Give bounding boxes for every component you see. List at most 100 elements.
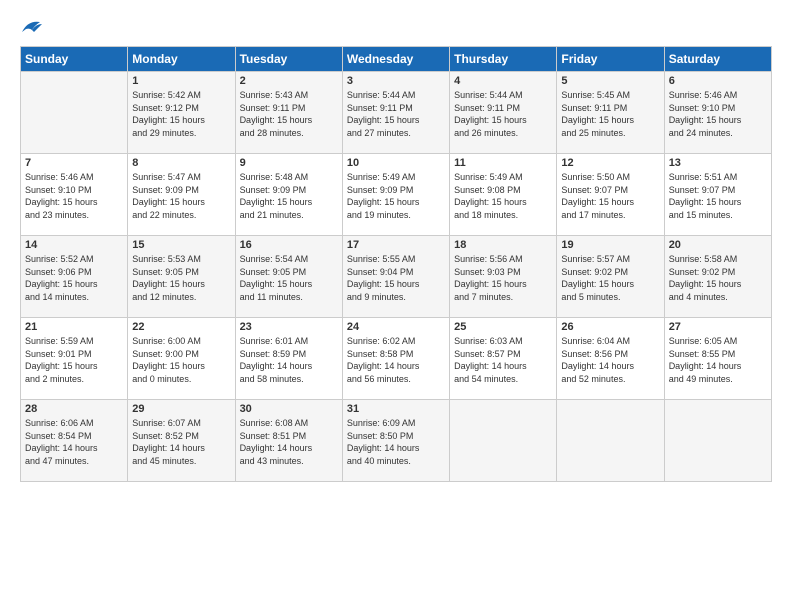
cell-content: Sunrise: 6:02 AM Sunset: 8:58 PM Dayligh… — [347, 335, 445, 385]
logo — [20, 18, 46, 36]
cell-content: Sunrise: 5:43 AM Sunset: 9:11 PM Dayligh… — [240, 89, 338, 139]
cell-content: Sunrise: 5:56 AM Sunset: 9:03 PM Dayligh… — [454, 253, 552, 303]
day-number: 12 — [561, 157, 659, 169]
calendar-cell: 17Sunrise: 5:55 AM Sunset: 9:04 PM Dayli… — [342, 236, 449, 318]
calendar-cell: 8Sunrise: 5:47 AM Sunset: 9:09 PM Daylig… — [128, 154, 235, 236]
cell-content: Sunrise: 5:46 AM Sunset: 9:10 PM Dayligh… — [669, 89, 767, 139]
cell-content: Sunrise: 5:58 AM Sunset: 9:02 PM Dayligh… — [669, 253, 767, 303]
calendar-cell: 22 Sunrise: 6:00 AM Sunset: 9:00 PM Dayli… — [128, 318, 235, 400]
cell-content: Sunrise: 6:03 AM Sunset: 8:57 PM Dayligh… — [454, 335, 552, 385]
cell-content: Sunrise: 5:48 AM Sunset: 9:09 PM Dayligh… — [240, 171, 338, 221]
calendar-cell: 20 Sunrise: 5:58 AM Sunset: 9:02 PM Dayli… — [664, 236, 771, 318]
cell-content: Sunrise: 5:51 AM Sunset: 9:07 PM Dayligh… — [669, 171, 767, 221]
day-number: 27 — [669, 321, 767, 333]
day-number: 10 — [347, 157, 445, 169]
logo-icon — [20, 18, 42, 36]
cell-content: Sunrise: 5:46 AM Sunset: 9:10 PM Dayligh… — [25, 171, 123, 221]
calendar-cell: 30 Sunrise: 6:08 AM Sunset: 8:51 PM Dayli… — [235, 400, 342, 482]
cell-content: Sunrise: 6:09 AM Sunset: 8:50 PM Dayligh… — [347, 417, 445, 467]
day-number: 25 — [454, 321, 552, 333]
header-cell: Saturday — [664, 47, 771, 72]
calendar-cell: 19Sunrise: 5:57 AM Sunset: 9:02 PM Dayli… — [557, 236, 664, 318]
day-number: 13 — [669, 157, 767, 169]
cell-content: Sunrise: 5:54 AM Sunset: 9:05 PM Dayligh… — [240, 253, 338, 303]
day-number: 9 — [240, 157, 338, 169]
calendar-cell: 9 Sunrise: 5:48 AM Sunset: 9:09 PM Daylig… — [235, 154, 342, 236]
day-number: 18 — [454, 239, 552, 251]
calendar-cell: 27 Sunrise: 6:05 AM Sunset: 8:55 PM Dayli… — [664, 318, 771, 400]
calendar-cell: 11 Sunrise: 5:49 AM Sunset: 9:08 PM Dayli… — [450, 154, 557, 236]
day-number: 20 — [669, 239, 767, 251]
day-number: 23 — [240, 321, 338, 333]
calendar-cell — [664, 400, 771, 482]
calendar-cell: 26Sunrise: 6:04 AM Sunset: 8:56 PM Dayli… — [557, 318, 664, 400]
day-number: 26 — [561, 321, 659, 333]
cell-content: Sunrise: 5:44 AM Sunset: 9:11 PM Dayligh… — [454, 89, 552, 139]
calendar-cell: 18 Sunrise: 5:56 AM Sunset: 9:03 PM Dayli… — [450, 236, 557, 318]
calendar-cell: 28Sunrise: 6:06 AM Sunset: 8:54 PM Dayli… — [21, 400, 128, 482]
calendar-cell: 12 Sunrise: 5:50 AM Sunset: 9:07 PM Dayli… — [557, 154, 664, 236]
calendar-cell: 15Sunrise: 5:53 AM Sunset: 9:05 PM Dayli… — [128, 236, 235, 318]
calendar-cell: 23 Sunrise: 6:01 AM Sunset: 8:59 PM Dayli… — [235, 318, 342, 400]
calendar-week-row: 21Sunrise: 5:59 AM Sunset: 9:01 PM Dayli… — [21, 318, 772, 400]
day-number: 3 — [347, 75, 445, 87]
cell-content: Sunrise: 5:50 AM Sunset: 9:07 PM Dayligh… — [561, 171, 659, 221]
day-number: 24 — [347, 321, 445, 333]
calendar-cell: 10 Sunrise: 5:49 AM Sunset: 9:09 PM Dayli… — [342, 154, 449, 236]
calendar-cell: 31Sunrise: 6:09 AM Sunset: 8:50 PM Dayli… — [342, 400, 449, 482]
header-cell: Monday — [128, 47, 235, 72]
day-number: 7 — [25, 157, 123, 169]
cell-content: Sunrise: 5:52 AM Sunset: 9:06 PM Dayligh… — [25, 253, 123, 303]
cell-content: Sunrise: 5:49 AM Sunset: 9:09 PM Dayligh… — [347, 171, 445, 221]
cell-content: Sunrise: 6:00 AM Sunset: 9:00 PM Dayligh… — [132, 335, 230, 385]
day-number: 29 — [132, 403, 230, 415]
calendar-cell: 2Sunrise: 5:43 AM Sunset: 9:11 PM Daylig… — [235, 72, 342, 154]
calendar-table: SundayMondayTuesdayWednesdayThursdayFrid… — [20, 46, 772, 482]
calendar-week-row: 1 Sunrise: 5:42 AM Sunset: 9:12 PM Daylig… — [21, 72, 772, 154]
cell-content: Sunrise: 6:08 AM Sunset: 8:51 PM Dayligh… — [240, 417, 338, 467]
calendar-cell: 1 Sunrise: 5:42 AM Sunset: 9:12 PM Daylig… — [128, 72, 235, 154]
cell-content: Sunrise: 6:07 AM Sunset: 8:52 PM Dayligh… — [132, 417, 230, 467]
day-number: 5 — [561, 75, 659, 87]
cell-content: Sunrise: 5:55 AM Sunset: 9:04 PM Dayligh… — [347, 253, 445, 303]
calendar-week-row: 28Sunrise: 6:06 AM Sunset: 8:54 PM Dayli… — [21, 400, 772, 482]
day-number: 11 — [454, 157, 552, 169]
day-number: 1 — [132, 75, 230, 87]
cell-content: Sunrise: 6:01 AM Sunset: 8:59 PM Dayligh… — [240, 335, 338, 385]
calendar-cell: 7 Sunrise: 5:46 AM Sunset: 9:10 PM Daylig… — [21, 154, 128, 236]
day-number: 16 — [240, 239, 338, 251]
calendar-week-row: 7 Sunrise: 5:46 AM Sunset: 9:10 PM Daylig… — [21, 154, 772, 236]
day-number: 30 — [240, 403, 338, 415]
calendar-cell: 13 Sunrise: 5:51 AM Sunset: 9:07 PM Dayli… — [664, 154, 771, 236]
cell-content: Sunrise: 5:49 AM Sunset: 9:08 PM Dayligh… — [454, 171, 552, 221]
day-number: 8 — [132, 157, 230, 169]
day-number: 6 — [669, 75, 767, 87]
calendar-cell — [21, 72, 128, 154]
cell-content: Sunrise: 5:44 AM Sunset: 9:11 PM Dayligh… — [347, 89, 445, 139]
cell-content: Sunrise: 5:42 AM Sunset: 9:12 PM Dayligh… — [132, 89, 230, 139]
day-number: 21 — [25, 321, 123, 333]
page: SundayMondayTuesdayWednesdayThursdayFrid… — [0, 0, 792, 492]
calendar-cell: 29 Sunrise: 6:07 AM Sunset: 8:52 PM Dayli… — [128, 400, 235, 482]
header-cell: Sunday — [21, 47, 128, 72]
day-number: 4 — [454, 75, 552, 87]
day-number: 22 — [132, 321, 230, 333]
calendar-cell: 14 Sunrise: 5:52 AM Sunset: 9:06 PM Dayli… — [21, 236, 128, 318]
header-cell: Wednesday — [342, 47, 449, 72]
cell-content: Sunrise: 5:45 AM Sunset: 9:11 PM Dayligh… — [561, 89, 659, 139]
cell-content: Sunrise: 6:05 AM Sunset: 8:55 PM Dayligh… — [669, 335, 767, 385]
day-number: 14 — [25, 239, 123, 251]
calendar-cell: 5 Sunrise: 5:45 AM Sunset: 9:11 PM Daylig… — [557, 72, 664, 154]
calendar-cell: 3 Sunrise: 5:44 AM Sunset: 9:11 PM Daylig… — [342, 72, 449, 154]
calendar-cell: 21Sunrise: 5:59 AM Sunset: 9:01 PM Dayli… — [21, 318, 128, 400]
header-row: SundayMondayTuesdayWednesdayThursdayFrid… — [21, 47, 772, 72]
cell-content: Sunrise: 6:06 AM Sunset: 8:54 PM Dayligh… — [25, 417, 123, 467]
calendar-cell — [450, 400, 557, 482]
header-cell: Thursday — [450, 47, 557, 72]
header — [20, 18, 772, 36]
header-cell: Tuesday — [235, 47, 342, 72]
calendar-cell: 25 Sunrise: 6:03 AM Sunset: 8:57 PM Dayli… — [450, 318, 557, 400]
calendar-cell — [557, 400, 664, 482]
calendar-cell: 24 Sunrise: 6:02 AM Sunset: 8:58 PM Dayli… — [342, 318, 449, 400]
header-cell: Friday — [557, 47, 664, 72]
